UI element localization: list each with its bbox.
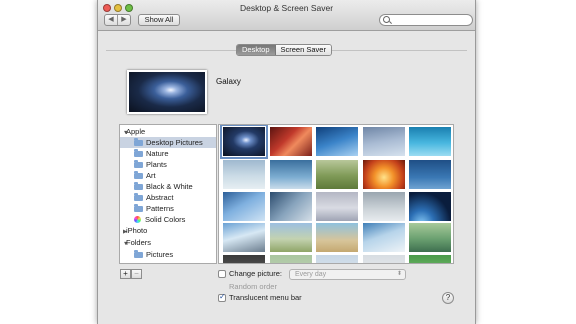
forward-button[interactable]: ▶ (118, 15, 130, 25)
folder-icon (134, 250, 143, 258)
sidebar-item-label: iPhoto (126, 226, 148, 235)
title-bar: Desktop & Screen Saver ◀ ▶ Show All (98, 0, 475, 31)
sidebar-item-label: Patterns (146, 204, 174, 213)
wallpaper-thumbnail[interactable] (270, 192, 312, 221)
wallpaper-thumbnail[interactable] (223, 255, 265, 263)
sidebar-item-label: Pictures (146, 250, 174, 259)
remove-folder-button[interactable]: − (131, 269, 142, 279)
sidebar-item-apple[interactable]: ▼Apple (120, 126, 216, 137)
folder-icon (134, 171, 143, 179)
search-icon (383, 16, 390, 23)
sidebar-item-patterns[interactable]: Patterns (120, 203, 216, 214)
wallpaper-thumbnail[interactable] (223, 192, 265, 221)
wallpaper-thumbnail[interactable] (220, 125, 268, 159)
sidebar-item-label: Apple (126, 127, 146, 136)
back-button[interactable]: ◀ (105, 15, 118, 25)
tab-desktop[interactable]: Desktop (237, 45, 276, 55)
wallpaper-thumbnail[interactable] (270, 160, 312, 189)
sidebar-item-abstract[interactable]: Abstract (120, 192, 216, 203)
source-list: ▼Apple Desktop Pictures Nature Plants Ar… (119, 124, 217, 264)
current-desktop-preview (127, 70, 207, 114)
window-title: Desktop & Screen Saver (239, 3, 334, 13)
sidebar-item-pictures[interactable]: Pictures (120, 249, 216, 260)
help-button[interactable]: ? (442, 292, 454, 304)
wallpaper-thumbnail[interactable] (363, 223, 405, 252)
wallpaper-thumbnail[interactable] (409, 192, 451, 221)
preferences-window: Desktop & Screen Saver ◀ ▶ Show All Desk… (97, 0, 476, 324)
wallpaper-thumbnail[interactable] (270, 255, 312, 263)
wallpaper-thumbnail[interactable] (316, 192, 358, 221)
wallpaper-thumbnail[interactable] (409, 255, 451, 263)
wallpaper-thumbnail[interactable] (363, 192, 405, 221)
sidebar-item-art[interactable]: Art (120, 170, 216, 181)
wallpaper-thumbnail[interactable] (316, 160, 358, 189)
wallpaper-thumbnail[interactable] (363, 160, 405, 189)
random-order-label[interactable]: Random order (229, 282, 277, 291)
translucent-menu-bar-checkbox[interactable] (218, 292, 226, 302)
change-interval-select[interactable]: Every day ⬍ (289, 269, 406, 280)
sidebar-item-plants[interactable]: Plants (120, 159, 216, 170)
wallpaper-thumbnail[interactable] (409, 160, 451, 189)
sidebar-item-label: Nature (146, 149, 169, 158)
change-picture-checkbox[interactable] (218, 270, 226, 278)
sidebar-item-label: Abstract (146, 193, 174, 202)
wallpaper-thumbnail[interactable] (270, 127, 312, 156)
wallpaper-thumbnail[interactable] (363, 127, 405, 156)
sidebar-item-solid-colors[interactable]: Solid Colors (120, 214, 216, 225)
sidebar-item-folders[interactable]: ▼Folders (120, 237, 216, 248)
sidebar-item-label: Folders (126, 238, 152, 247)
color-wheel-icon (134, 216, 141, 223)
current-desktop-name: Galaxy (216, 77, 241, 86)
folder-icon (134, 138, 143, 146)
folder-icon (134, 204, 143, 212)
change-picture-label: Change picture: (229, 269, 282, 278)
add-folder-button[interactable]: + (120, 269, 131, 279)
folder-icon (134, 182, 143, 190)
wallpaper-thumbnail[interactable] (316, 255, 358, 263)
show-all-button[interactable]: Show All (138, 14, 180, 26)
sidebar-item-label: Solid Colors (145, 215, 186, 224)
folder-icon (134, 160, 143, 168)
wallpaper-thumbnail[interactable] (316, 223, 358, 252)
folder-icon (134, 193, 143, 201)
desktop-picture-grid (218, 124, 454, 264)
back-forward-control: ◀ ▶ (104, 14, 131, 26)
tab-bar: Desktop Screen Saver (236, 44, 332, 56)
wallpaper-thumbnail[interactable] (223, 223, 265, 252)
sidebar-item-label: Black & White (146, 182, 193, 191)
sidebar-item-label: Art (146, 171, 156, 180)
wallpaper-thumbnail[interactable] (316, 127, 358, 156)
wallpaper-thumbnail[interactable] (409, 223, 451, 252)
sidebar-item-black-white[interactable]: Black & White (120, 181, 216, 192)
sidebar-item-iphoto[interactable]: ▶iPhoto (120, 225, 216, 236)
change-interval-value: Every day (295, 271, 327, 278)
select-arrows-icon: ⬍ (396, 271, 402, 277)
sidebar-item-desktop-pictures[interactable]: Desktop Pictures (120, 137, 216, 148)
translucent-menu-bar-label: Translucent menu bar (229, 293, 302, 302)
search-field[interactable] (379, 14, 473, 26)
wallpaper-thumbnail[interactable] (363, 255, 405, 263)
sidebar-item-label: Plants (146, 160, 167, 169)
sidebar-item-nature[interactable]: Nature (120, 148, 216, 159)
wallpaper-thumbnail[interactable] (270, 223, 312, 252)
tab-screen-saver[interactable]: Screen Saver (275, 45, 331, 55)
sidebar-item-label: Desktop Pictures (146, 138, 203, 147)
wallpaper-thumbnail[interactable] (409, 127, 451, 156)
folder-icon (134, 149, 143, 157)
wallpaper-thumbnail[interactable] (223, 160, 265, 189)
